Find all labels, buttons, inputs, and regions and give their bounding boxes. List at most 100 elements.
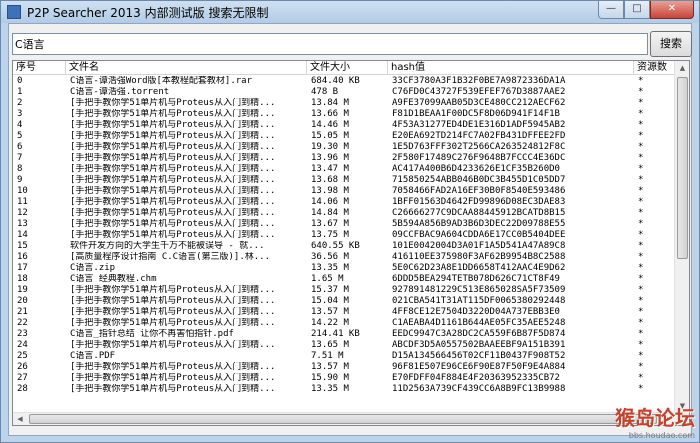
- cell-sources: *: [638, 274, 644, 284]
- list-rows: 0 C语言-谭浩强Word版[本教程配套教材].rar 684.40 KB 33CF3…: [13, 76, 675, 395]
- cell-filename: 软件开发方向的大学生千万不能被误导 - 就...: [70, 241, 265, 251]
- table-row[interactable]: 0 C语言-谭浩强Word版[本教程配套教材].rar 684.40 KB 33CF3…: [13, 76, 675, 87]
- cell-hash: ABCDF3D5A0557502BAAEEBF9A151B391: [392, 340, 566, 350]
- table-row[interactable]: 24 [手把手教你学51单片机与Proteus从入门到精... 13.65 M ABC…: [13, 340, 675, 351]
- cell-sources: *: [638, 208, 644, 218]
- cell-filename: [手把手教你学51单片机与Proteus从入门到精...: [70, 373, 276, 383]
- cell-index: 5: [17, 131, 23, 141]
- cell-hash: 5B594A856B9AD3B6D3DEC22D09788E55: [392, 219, 566, 229]
- table-row[interactable]: 12 [手把手教你学51单片机与Proteus从入门到精... 14.84 M C26…: [13, 208, 675, 219]
- cell-hash: 96F81E507E96CE6F90E87F50F9E4A884: [392, 362, 566, 372]
- scroll-up-icon[interactable]: ▲: [675, 61, 689, 75]
- search-button[interactable]: 搜索: [650, 31, 692, 57]
- scroll-left-icon[interactable]: ◀: [13, 413, 27, 425]
- cell-index: 11: [17, 197, 28, 207]
- table-row[interactable]: 10 [手把手教你学51单片机与Proteus从入门到精... 13.98 M 705…: [13, 186, 675, 197]
- cell-index: 13: [17, 219, 28, 229]
- cell-size: 13.35 M: [311, 384, 349, 394]
- cell-filename: [手把手教你学51单片机与Proteus从入门到精...: [70, 131, 276, 141]
- cell-size: 13.47 M: [311, 164, 349, 174]
- table-row[interactable]: 27 [手把手教你学51单片机与Proteus从入门到精... 15.90 M E70…: [13, 373, 675, 384]
- table-row[interactable]: 1 C语言-谭浩强.torrent 478 B C76FD0C43727F539EFE…: [13, 87, 675, 98]
- table-row[interactable]: 20 [手把手教你学51单片机与Proteus从入门到精... 15.04 M 021…: [13, 296, 675, 307]
- maximize-button[interactable]: □: [624, 1, 650, 19]
- table-row[interactable]: 13 [手把手教你学51单片机与Proteus从入门到精... 13.67 M 5B5…: [13, 219, 675, 230]
- minimize-button[interactable]: —: [598, 1, 624, 19]
- cell-hash: E70FDFF04F884E4F20363952335CB72: [392, 373, 560, 383]
- cell-hash: 09CCFBAC9A604CDDA6E17CC0B5404DEE: [392, 230, 566, 240]
- cell-hash: 101E0042004D3A01F1A5D541A47A89C8: [392, 241, 566, 251]
- table-row[interactable]: 15 软件开发方向的大学生千万不能被误导 - 就... 640.55 KB 101E0…: [13, 241, 675, 252]
- table-row[interactable]: 21 [手把手教你学51单片机与Proteus从入门到精... 13.57 M 4FF…: [13, 307, 675, 318]
- column-header-size[interactable]: 文件大小: [307, 61, 388, 75]
- table-row[interactable]: 25 C语言.PDF 7.51 M D15A134566456T02CF11B0437…: [13, 351, 675, 362]
- cell-hash: 715850254ABB046B0DC3B455D1C05DD7: [392, 175, 566, 185]
- cell-index: 22: [17, 318, 28, 328]
- table-row[interactable]: 6 [手把手教你学51单片机与Proteus从入门到精... 19.30 M 1E5D…: [13, 142, 675, 153]
- table-row[interactable]: 19 [手把手教你学51单片机与Proteus从入门到精... 15.37 M 927…: [13, 285, 675, 296]
- cell-index: 25: [17, 351, 28, 361]
- cell-hash: EEDC9947C3A28DC2CA559F6B87F5D874: [392, 329, 566, 339]
- table-row[interactable]: 22 [手把手教你学51单片机与Proteus从入门到精... 14.22 M C1A…: [13, 318, 675, 329]
- column-header-index[interactable]: 序号: [13, 61, 66, 75]
- cell-hash: 4FF8CE12E7504D3220D04A737EBB3E0: [392, 307, 560, 317]
- cell-size: 14.84 M: [311, 208, 349, 218]
- cell-hash: F81D1BEAA1F00DC5F8D06D941F14F1B: [392, 109, 560, 119]
- table-row[interactable]: 18 C语言 经典教程.chm 1.65 M 6DDD5BEA294TETB078D6…: [13, 274, 675, 285]
- close-button[interactable]: ✕: [650, 1, 694, 19]
- horizontal-scrollbar[interactable]: ◀ ▶: [13, 412, 675, 425]
- vertical-scrollbar[interactable]: ▲ ▼: [674, 61, 689, 413]
- horizontal-scroll-thumb[interactable]: [29, 414, 657, 424]
- table-row[interactable]: 3 [手把手教你学51单片机与Proteus从入门到精... 13.66 M F81D…: [13, 109, 675, 120]
- table-row[interactable]: 11 [手把手教你学51单片机与Proteus从入门到精... 14.06 M 1BF…: [13, 197, 675, 208]
- table-row[interactable]: 23 C语言_指针总结 让你不再害怕指针.pdf 214.41 KB EEDC9947…: [13, 329, 675, 340]
- cell-size: 13.66 M: [311, 109, 349, 119]
- cell-sources: *: [638, 296, 644, 306]
- table-row[interactable]: 28 [手把手教你学51单片机与Proteus从入门到精... 13.35 M 11D…: [13, 384, 675, 395]
- cell-index: 26: [17, 362, 28, 372]
- cell-size: 14.46 M: [311, 120, 349, 130]
- cell-filename: [手把手教你学51单片机与Proteus从入门到精...: [70, 219, 276, 229]
- search-input[interactable]: [12, 33, 648, 55]
- cell-size: 478 B: [311, 87, 339, 97]
- table-row[interactable]: 2 [手把手教你学51单片机与Proteus从入门到精... 13.84 M A9FE…: [13, 98, 675, 109]
- table-row[interactable]: 9 [手把手教你学51单片机与Proteus从入门到精... 13.68 M 7158…: [13, 175, 675, 186]
- column-header-hash[interactable]: hash值: [388, 61, 634, 75]
- client-area: 搜索 序号 文件名 文件大小 hash值 资源数 0 C语言-谭浩强Word版[本…: [8, 23, 692, 436]
- cell-size: 13.98 M: [311, 186, 349, 196]
- cell-size: 1.65 M: [311, 274, 344, 284]
- cell-index: 16: [17, 252, 28, 262]
- cell-sources: *: [638, 318, 644, 328]
- app-window: P2P Searcher 2013 内部测试版 搜索无限制 — □ ✕ 搜索 序…: [0, 0, 700, 443]
- table-row[interactable]: 17 C语言.zip 13.35 M 5E0C62D23A8E1DD6658T412A…: [13, 263, 675, 274]
- table-row[interactable]: 4 [手把手教你学51单片机与Proteus从入门到精... 14.46 M 4F53…: [13, 120, 675, 131]
- cell-hash: 021CBA541T31AT115DF0065380292448: [392, 296, 566, 306]
- cell-filename: C语言.PDF: [70, 351, 116, 361]
- cell-size: 13.68 M: [311, 175, 349, 185]
- cell-hash: 11D2563A739CF439CC6A8B9FC13B9988: [392, 384, 566, 394]
- cell-sources: *: [638, 175, 644, 185]
- cell-sources: *: [638, 109, 644, 119]
- cell-sources: *: [638, 362, 644, 372]
- cell-size: 684.40 KB: [311, 76, 360, 86]
- cell-filename: [手把手教你学51单片机与Proteus从入门到精...: [70, 340, 276, 350]
- title-bar[interactable]: P2P Searcher 2013 内部测试版 搜索无限制 — □ ✕: [1, 1, 699, 23]
- table-row[interactable]: 8 [手把手教你学51单片机与Proteus从入门到精... 13.47 M AC41…: [13, 164, 675, 175]
- table-row[interactable]: 14 [手把手教你学51单片机与Proteus从入门到精... 13.75 M 09C…: [13, 230, 675, 241]
- cell-size: 640.55 KB: [311, 241, 360, 251]
- cell-filename: [手把手教你学51单片机与Proteus从入门到精...: [70, 307, 276, 317]
- column-header-sources[interactable]: 资源数: [634, 61, 675, 75]
- vertical-scroll-thumb[interactable]: [677, 77, 688, 259]
- table-row[interactable]: 16 [高质量程序设计指南 C.C语言(第三版)].林... 36.56 M 4161…: [13, 252, 675, 263]
- results-list[interactable]: 序号 文件名 文件大小 hash值 资源数 0 C语言-谭浩强Word版[本教程配…: [12, 60, 690, 426]
- table-row[interactable]: 7 [手把手教你学51单片机与Proteus从入门到精... 13.96 M 2F58…: [13, 153, 675, 164]
- table-row[interactable]: 5 [手把手教你学51单片机与Proteus从入门到精... 15.05 M E20E…: [13, 131, 675, 142]
- cell-filename: [手把手教你学51单片机与Proteus从入门到精...: [70, 197, 276, 207]
- table-row[interactable]: 26 [手把手教你学51单片机与Proteus从入门到精... 13.57 M 96F…: [13, 362, 675, 373]
- cell-index: 27: [17, 373, 28, 383]
- column-header-filename[interactable]: 文件名: [66, 61, 307, 75]
- cell-index: 15: [17, 241, 28, 251]
- cell-index: 23: [17, 329, 28, 339]
- cell-index: 20: [17, 296, 28, 306]
- app-icon: [7, 5, 21, 19]
